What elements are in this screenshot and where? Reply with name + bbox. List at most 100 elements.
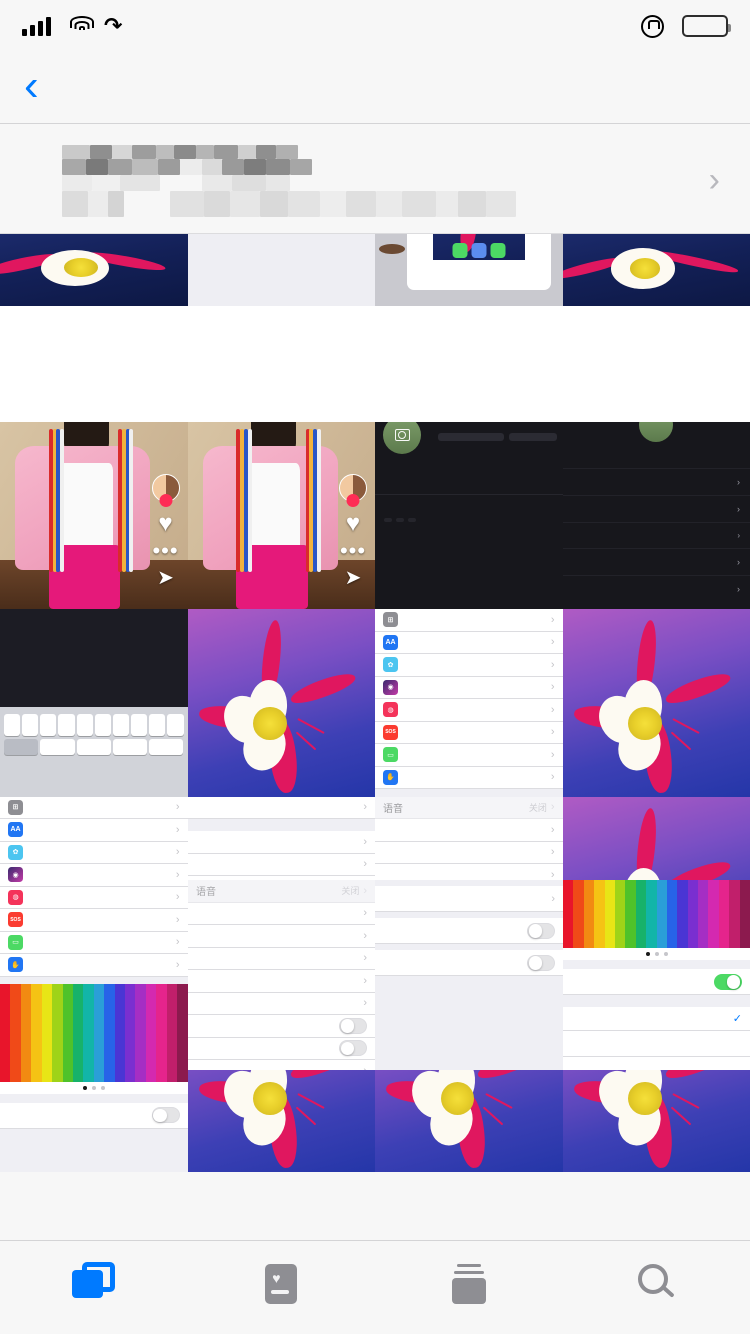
tab-photos[interactable] [0,1261,188,1314]
settings-row-larger-text[interactable]: › [188,992,375,1015]
settings-row-battery[interactable]: ▭ › [375,744,563,767]
settings-row-zoom[interactable]: › [375,819,563,842]
key-generic[interactable] [40,738,75,755]
settings-row-siri[interactable]: ◉ › [0,864,188,887]
button-shapes-toggle[interactable] [339,1040,367,1057]
filter-option-red-green[interactable] [563,1031,750,1058]
settings-row-magnifier[interactable]: › [188,925,375,948]
tag-city[interactable] [396,517,404,522]
color-filters-toggle[interactable] [151,1107,180,1123]
memories-header[interactable]: › [0,124,750,234]
tag-age[interactable] [384,517,392,522]
photo-thumbnail[interactable]: ✓ [563,880,750,1070]
key-generic[interactable] [112,738,148,755]
bold-text-toggle[interactable] [339,1017,367,1034]
tab-search[interactable] [563,1262,750,1314]
filter-option-green-red[interactable] [563,1057,750,1070]
settings-row-partial[interactable]: 语音 关闭 › [188,880,375,903]
settings-row-bold-text[interactable] [188,1015,375,1038]
photo-thumbnail[interactable] [0,234,188,306]
key-generic[interactable] [149,738,184,755]
key-2[interactable] [22,713,39,736]
field-row-id[interactable]: › [562,494,750,522]
field-row-bio[interactable]: › [562,521,750,548]
key-6[interactable] [94,713,111,736]
photo-thumbnail[interactable] [187,234,375,306]
auto-brightness-toggle[interactable] [527,922,555,939]
settings-row-white-point[interactable] [375,950,563,976]
status-bar: ↷ [0,0,750,52]
edit-profile-button[interactable] [438,432,504,441]
key-5[interactable] [76,713,93,736]
battery-icon [682,15,731,37]
key-1[interactable] [4,713,21,736]
tag-add-school[interactable] [408,517,416,522]
chevron-right-icon[interactable]: › [709,161,720,200]
key-7[interactable] [112,713,130,736]
key-0[interactable] [167,713,184,736]
settings-row-touch-id[interactable]: ◍ › [375,699,563,722]
photo-thumbnail[interactable]: › › › › › [562,421,750,609]
photo-thumbnail[interactable] [0,609,188,797]
settings-row-speech[interactable]: › [188,970,375,993]
tab-albums[interactable] [375,1262,563,1314]
settings-row-sos[interactable]: SOS › [0,909,188,932]
key-generic[interactable] [76,738,111,755]
photo-thumbnail[interactable] [187,609,375,797]
settings-row-control-center[interactable]: ⊞ › [375,609,563,632]
field-row-name[interactable]: › [562,467,750,495]
settings-row-zoom[interactable]: › [188,902,375,925]
photo-thumbnail[interactable]: ♥ ••• ➤ [0,421,188,609]
photo-thumbnail[interactable]: › [375,880,563,1070]
settings-row-reduce-transparency[interactable]: › [188,1060,375,1070]
settings-row-button-shapes[interactable] [188,1037,375,1060]
chevron-right-icon: › [550,868,555,881]
settings-row-privacy[interactable]: ✋ › [0,954,188,977]
settings-row-magnifier[interactable]: › [375,841,563,864]
settings-row-display[interactable]: AA › [0,819,188,842]
photo-thumbnail[interactable] [375,234,563,306]
key-shift[interactable] [4,738,39,755]
filter-option-grayscale[interactable]: ✓ [563,1007,750,1032]
settings-row-color-filters[interactable] [0,1102,188,1129]
settings-row-sos[interactable]: SOS › [375,721,563,744]
photo-thumbnail[interactable]: ⊞ › AA › ✿ › ◉ › ◍ › SOS › ▭ › ✋ › [375,609,563,797]
white-point-toggle[interactable] [527,954,555,971]
douyin-profile-screenshot [375,421,563,609]
settings-row-airdrop[interactable]: › [187,831,375,854]
tab-for-you[interactable]: ♥ [188,1262,376,1314]
settings-row-color-filters[interactable]: › [375,886,563,912]
photo-thumbnail[interactable]: 语音关闭 › › › › › › [188,880,375,1070]
settings-row-siri[interactable]: ◉ › [375,676,563,699]
photo-thumbnail[interactable]: ♥ ••• ➤ [187,421,375,609]
color-filters-toggle[interactable] [714,973,742,990]
settings-row-privacy[interactable]: ✋ › [375,766,563,789]
photo-thumbnail[interactable] [562,609,750,797]
photo-thumbnail[interactable] [562,234,750,306]
chevron-right-icon: › [737,583,740,594]
settings-row-battery[interactable]: ▭ › [0,931,188,954]
key-4[interactable] [58,713,75,736]
settings-row-touch-id[interactable]: ◍ › [0,886,188,909]
key-9[interactable] [149,713,166,736]
key-8[interactable] [131,713,148,736]
photo-thumbnail[interactable]: ⊞ › AA › ✿ › ◉ › ◍ › SOS › ▭ › ✋ › [0,796,188,984]
field-row-gender[interactable]: › [562,574,750,602]
settings-row-display-accommodations[interactable]: › [188,947,375,970]
chevron-left-icon[interactable]: ‹ [24,63,39,108]
field-row-school[interactable]: › [562,547,750,575]
photo-thumbnail[interactable] [0,984,188,1172]
settings-row-software-update[interactable]: › [187,796,375,819]
settings-row-wallpaper[interactable]: ✿ › [375,654,563,677]
settings-row-display[interactable]: AA › [375,631,563,654]
key-3[interactable] [40,713,57,736]
settings-row-handoff[interactable]: › [187,853,375,876]
settings-row-control-center[interactable]: ⊞ › [0,796,188,819]
settings-row-partial[interactable]: 语音 关闭 › [375,796,563,819]
photo-thumbnail[interactable] [375,421,563,609]
settings-row-wallpaper[interactable]: ✿ › [0,841,188,864]
settings-row-color-filters[interactable] [563,969,750,996]
search-icon [631,1262,681,1306]
settings-row-auto-brightness[interactable] [375,918,563,944]
add-friend-button[interactable] [508,432,557,441]
